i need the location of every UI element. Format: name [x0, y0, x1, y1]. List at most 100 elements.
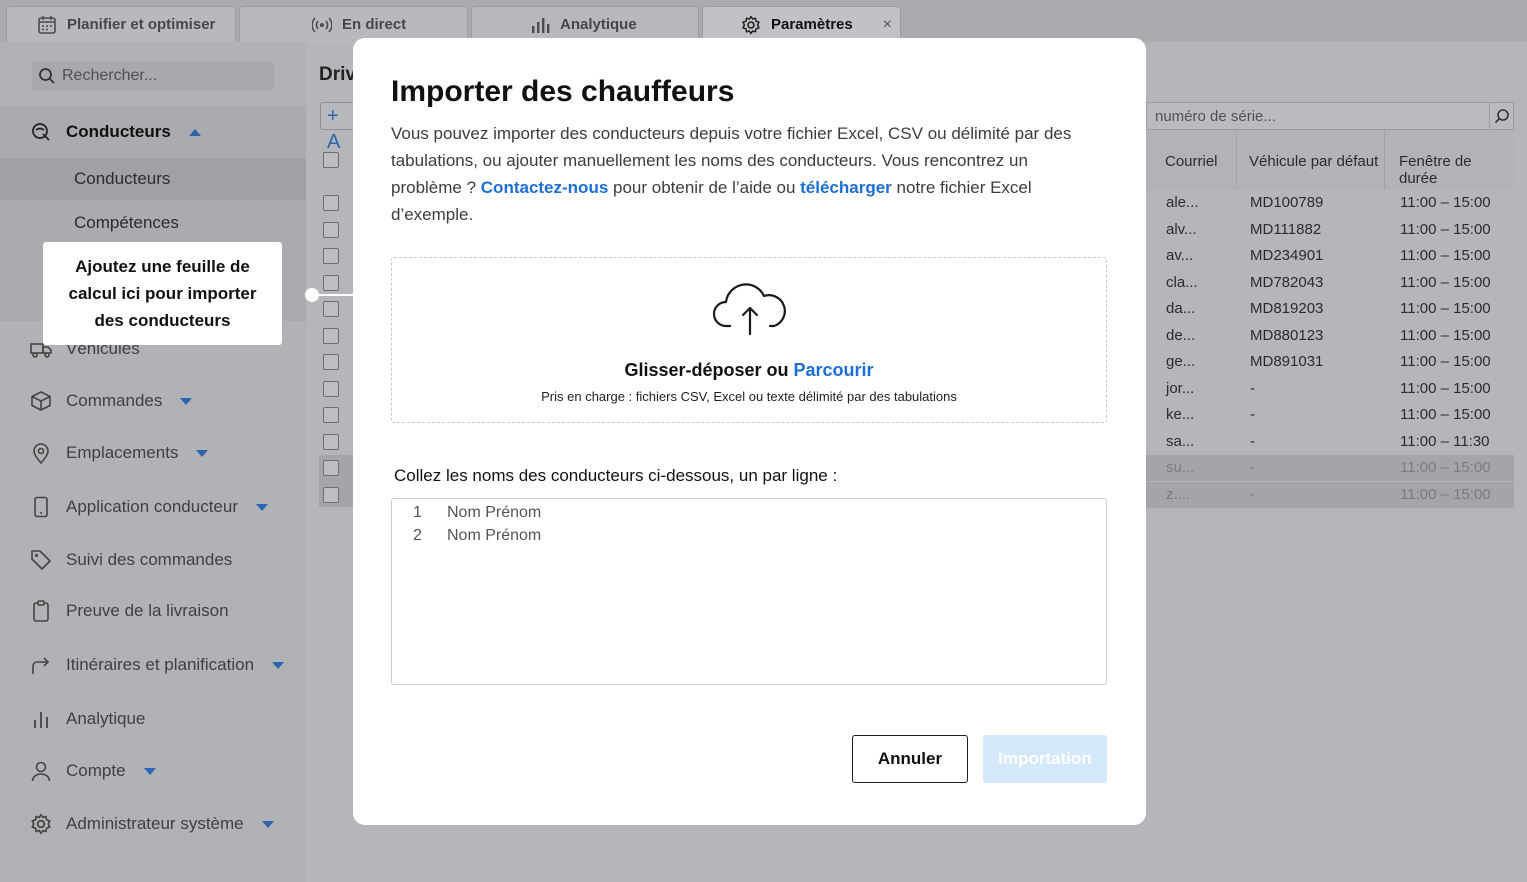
sidebar-item-label: Itinéraires et planification [66, 655, 255, 674]
driver-names-textarea[interactable]: 1 Nom Prénom 2 Nom Prénom [391, 498, 1107, 685]
tab-parametres[interactable]: Paramètres × [702, 6, 901, 42]
sidebar-item-suivi-commandes[interactable]: Suivi des commandes [30, 549, 232, 571]
table-row[interactable]: ge... MD891031 11:00 – 15:00 [1146, 349, 1514, 375]
table-cell: 11:00 – 15:00 [1400, 247, 1491, 264]
gear-icon [31, 813, 51, 835]
sidebar-item-administrateur[interactable]: Administrateur système [30, 813, 274, 835]
row-checkbox[interactable] [323, 222, 339, 238]
column-header[interactable]: Courriel [1165, 153, 1218, 170]
location-pin-icon [33, 443, 49, 464]
close-icon[interactable]: × [883, 16, 892, 34]
sidebar-item-label: Application conducteur [66, 497, 239, 516]
cancel-button[interactable]: Annuler [852, 735, 968, 783]
row-checkbox[interactable] [323, 487, 339, 503]
paste-label: Collez les noms des conducteurs ci-desso… [394, 466, 838, 485]
sidebar-item-label: Conducteurs [66, 122, 171, 141]
tab-planifier[interactable]: Planifier et optimiser [6, 6, 236, 42]
table-cell: de... [1166, 327, 1196, 344]
table-cell: av... [1166, 247, 1194, 264]
table-cell: jor... [1166, 380, 1195, 397]
row-checkbox[interactable] [323, 195, 339, 211]
search-icon [1494, 109, 1509, 124]
sidebar-item-analytique[interactable]: Analytique [30, 708, 145, 730]
table-row[interactable]: cla... MD782043 11:00 – 15:00 [1146, 270, 1514, 296]
sidebar-search[interactable]: Rechercher... [32, 61, 274, 91]
sidebar-item-label: Conducteurs [74, 169, 171, 188]
table-row[interactable]: jor... - 11:00 – 15:00 [1146, 376, 1514, 402]
row-checkbox[interactable] [323, 301, 339, 317]
sidebar-item-label: Administrateur système [66, 814, 244, 833]
table-cell: cla... [1166, 274, 1198, 291]
column-divider [1384, 130, 1385, 190]
sidebar-item-conducteurs[interactable]: Conducteurs [30, 121, 201, 143]
caret-up-icon [188, 128, 201, 136]
table-cell: sa... [1166, 433, 1195, 450]
tab-en-direct[interactable]: En direct [239, 6, 468, 42]
chevron-down-icon [261, 820, 274, 828]
sidebar-subitem-competences[interactable]: Compétences [0, 202, 306, 244]
table-row[interactable]: alv... MD111882 11:00 – 15:00 [1146, 217, 1514, 243]
table-cell: 11:00 – 15:00 [1400, 406, 1491, 423]
dropzone-subtitle: Pris en charge : fichiers CSV, Excel ou … [541, 389, 957, 404]
select-all-checkbox[interactable] [323, 152, 339, 168]
serial-search-button[interactable] [1489, 103, 1513, 129]
line-text: Nom Prénom [447, 504, 542, 521]
row-checkbox[interactable] [323, 460, 339, 476]
table-row[interactable]: av... MD234901 11:00 – 15:00 [1146, 243, 1514, 269]
sidebar-item-label: Compétences [74, 213, 179, 232]
table-cell: - [1250, 459, 1255, 476]
table-row[interactable]: su... - 11:00 – 15:00 [1146, 455, 1514, 481]
sidebar-item-label: Compte [66, 761, 126, 780]
tag-icon [31, 550, 51, 570]
row-checkbox[interactable] [323, 381, 339, 397]
browse-link[interactable]: Parcourir [794, 360, 874, 380]
table-row[interactable]: sa... - 11:00 – 11:30 [1146, 429, 1514, 455]
sidebar-subitem-conducteurs[interactable]: Conducteurs [0, 158, 306, 200]
row-checkbox[interactable] [323, 248, 339, 264]
table-row[interactable]: ke... - 11:00 – 15:00 [1146, 402, 1514, 428]
callout-dot [305, 288, 319, 302]
sidebar-item-itineraires[interactable]: Itinéraires et planification [30, 654, 285, 676]
dropzone-title: Glisser-déposer ou Parcourir [392, 360, 1106, 381]
table-cell: ge... [1166, 353, 1196, 370]
tab-label: Planifier et optimiser [67, 16, 216, 33]
table-cell: MD111882 [1250, 221, 1322, 238]
table-row[interactable]: ale... MD100789 11:00 – 15:00 [1146, 190, 1514, 216]
row-checkbox[interactable] [323, 275, 339, 291]
table-row[interactable]: da... MD819203 11:00 – 15:00 [1146, 296, 1514, 322]
table-row[interactable]: de... MD880123 11:00 – 15:00 [1146, 323, 1514, 349]
chevron-down-icon [256, 503, 269, 511]
modal-title: Importer des chauffeurs [391, 75, 735, 108]
drivers-icon [32, 123, 50, 141]
contact-link[interactable]: Contactez-nous [481, 178, 609, 197]
download-link[interactable]: télécharger [800, 178, 892, 197]
row-checkbox[interactable] [323, 434, 339, 450]
sidebar-item-preuve-livraison[interactable]: Preuve de la livraison [30, 600, 229, 622]
tab-label: Paramètres [771, 16, 853, 33]
row-checkbox[interactable] [323, 407, 339, 423]
table-cell: ke... [1166, 406, 1195, 423]
tab-analytique[interactable]: Analytique [471, 6, 699, 42]
column-header[interactable]: Véhicule par défaut [1249, 153, 1378, 170]
row-checkbox[interactable] [323, 328, 339, 344]
tab-label: Analytique [560, 16, 637, 33]
cloud-upload-icon [712, 283, 786, 336]
sidebar-item-application-conducteur[interactable]: Application conducteur [30, 496, 269, 518]
sidebar-item-commandes[interactable]: Commandes [30, 390, 193, 412]
table-row[interactable]: z.... - 11:00 – 15:00 [1146, 482, 1514, 508]
clipboard-icon [33, 600, 49, 622]
search-placeholder: Rechercher... [62, 67, 158, 84]
row-checkbox[interactable] [323, 354, 339, 370]
column-header[interactable]: Fenêtre de durée [1399, 153, 1514, 187]
file-dropzone[interactable]: Glisser-déposer ou Parcourir Pris en cha… [391, 257, 1107, 423]
sidebar-item-compte[interactable]: Compte [30, 760, 156, 782]
chevron-down-icon [196, 449, 209, 457]
phone-icon [34, 496, 48, 518]
sidebar-item-emplacements[interactable]: Emplacements [30, 442, 209, 464]
column-divider [1236, 130, 1237, 190]
serial-search-input[interactable]: numéro de série... [1146, 102, 1514, 130]
table-cell: alv... [1166, 221, 1197, 238]
add-driver-button[interactable]: + A [320, 102, 356, 153]
import-button[interactable]: Importation [983, 735, 1107, 783]
tooltip-callout: Ajoutez une feuille de calcul ici pour i… [43, 242, 282, 345]
